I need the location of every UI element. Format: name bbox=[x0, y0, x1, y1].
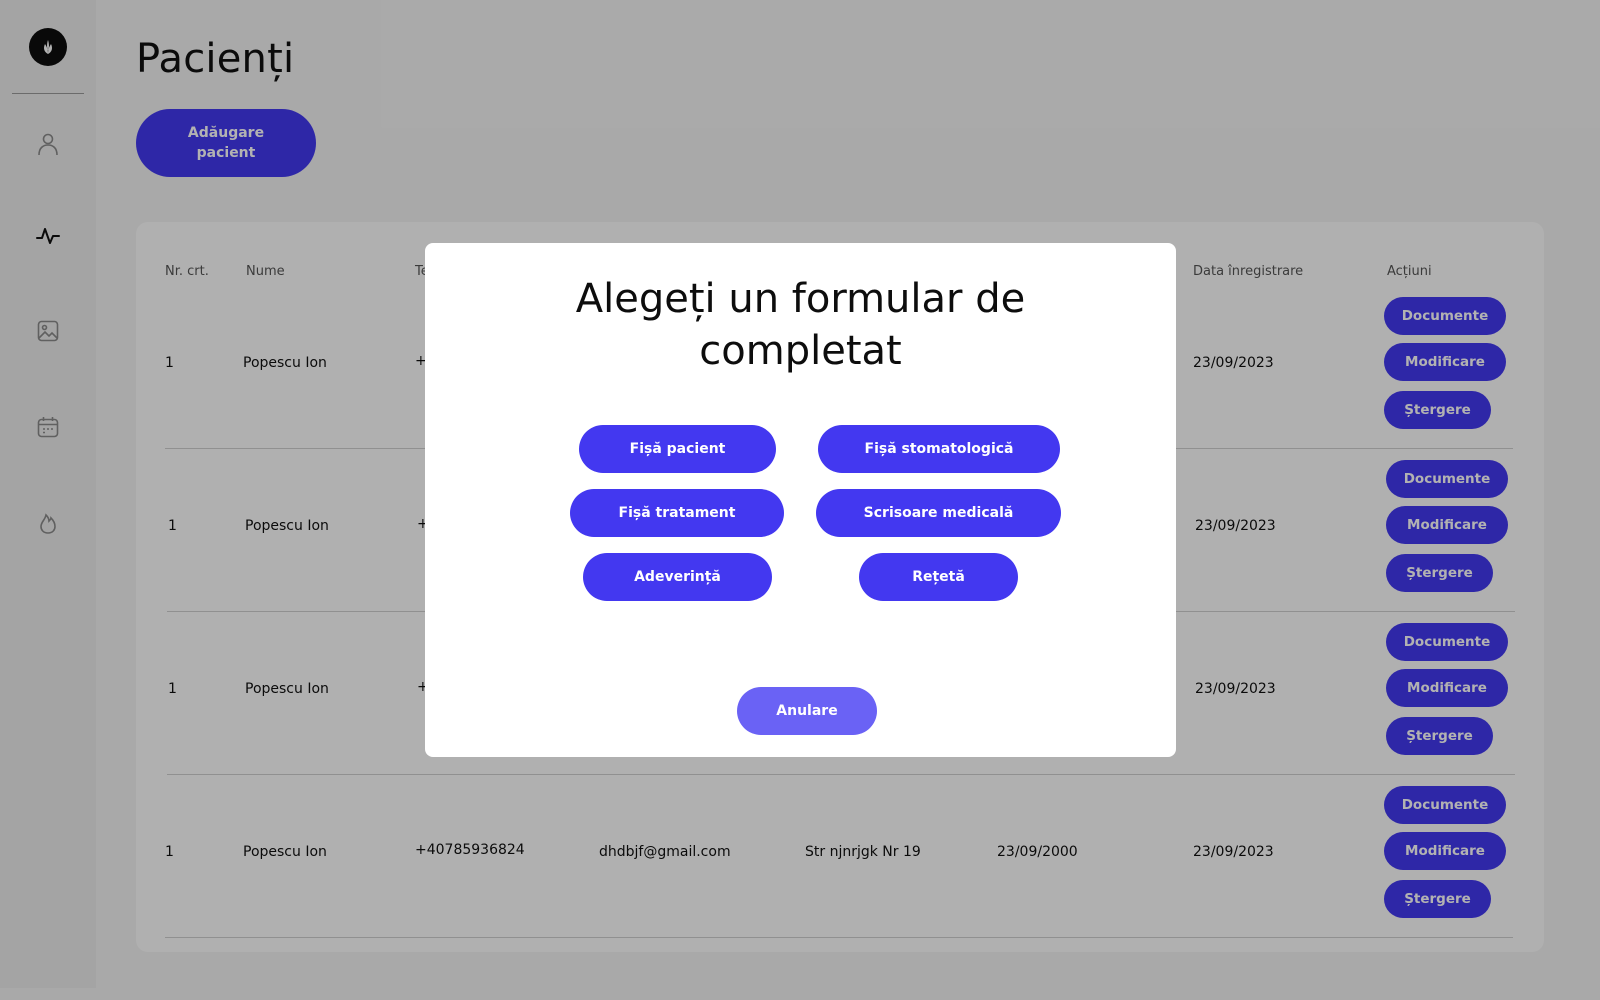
form-chooser-modal: Alegeți un formular de completat Fișă pa… bbox=[425, 243, 1176, 757]
medical-letter-button[interactable]: Scrisoare medicală bbox=[816, 489, 1061, 537]
certificate-button[interactable]: Adeverință bbox=[583, 553, 772, 601]
dental-form-button[interactable]: Fișă stomatologică bbox=[818, 425, 1060, 473]
treatment-form-button[interactable]: Fișă tratament bbox=[570, 489, 784, 537]
patient-form-button[interactable]: Fișă pacient bbox=[579, 425, 776, 473]
cancel-button[interactable]: Anulare bbox=[737, 687, 877, 735]
modal-title: Alegeți un formular de completat bbox=[575, 276, 1026, 374]
prescription-button[interactable]: Rețetă bbox=[859, 553, 1018, 601]
